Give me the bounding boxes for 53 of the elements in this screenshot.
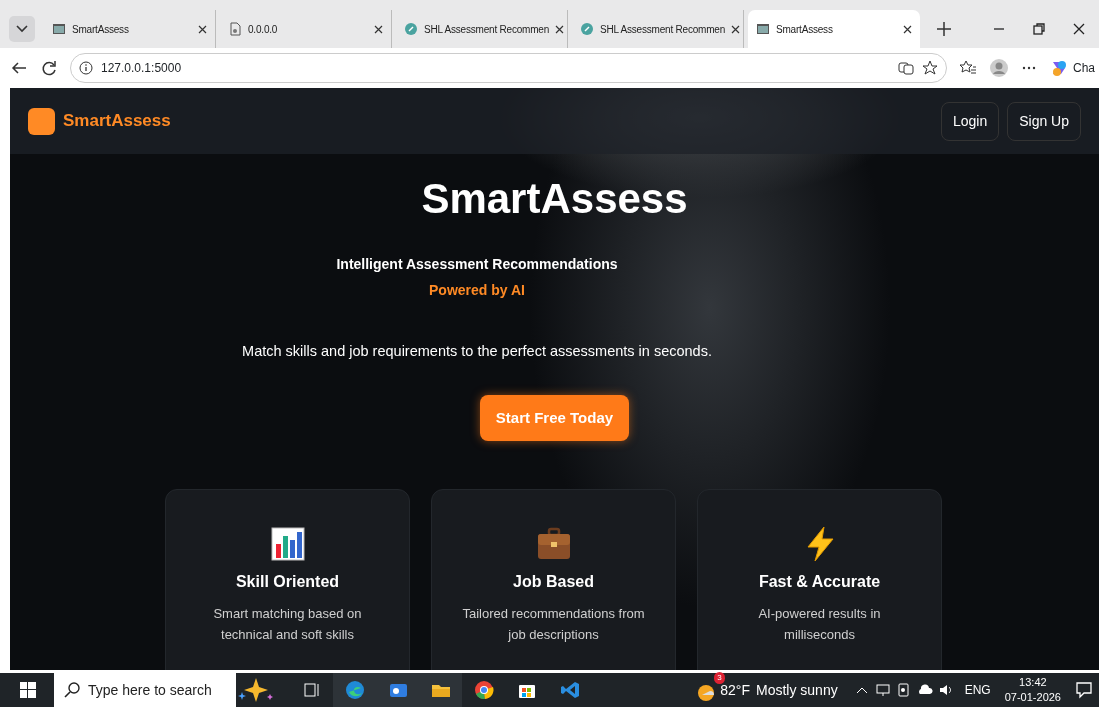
app-icon (580, 22, 594, 36)
close-tab-icon[interactable] (731, 24, 741, 34)
favorites-icon[interactable] (959, 59, 977, 77)
weather-condition: Mostly sunny (756, 680, 838, 700)
star-icon[interactable] (922, 60, 938, 76)
feature-title: Fast & Accurate (758, 573, 881, 591)
search-icon (64, 682, 80, 698)
browser-tab[interactable]: SmartAssess (748, 10, 920, 48)
feature-title: Job Based (513, 573, 594, 591)
task-view-icon[interactable] (301, 680, 322, 700)
feature-description: Tailored recommendations from job descriptions (462, 606, 645, 643)
bar-chart-icon (269, 526, 306, 563)
close-tab-icon[interactable] (903, 24, 912, 34)
hero-subtitle: Intelligent Assessment Recommendations (336, 256, 618, 273)
feature-title: Skill Oriented (235, 573, 340, 591)
network-icon[interactable] (874, 682, 891, 698)
restore-icon[interactable] (1031, 21, 1047, 37)
brand-name[interactable]: SmartAssess (63, 108, 171, 134)
new-tab-icon[interactable] (936, 21, 952, 37)
speaker-icon[interactable] (937, 682, 954, 698)
clock-date[interactable]: 07-01-2026 (1004, 691, 1061, 703)
logo-icon (28, 107, 55, 135)
code-editor-icon[interactable] (559, 680, 580, 700)
hero-highlight: Powered by AI (429, 282, 525, 299)
close-tab-icon[interactable] (374, 24, 383, 34)
profile-icon[interactable] (989, 58, 1009, 78)
file-icon (228, 22, 242, 36)
nav-button[interactable]: Login (940, 101, 1000, 141)
url-text: 127.0.0.1:5000 (101, 60, 182, 77)
notification-badge: 3 (714, 672, 725, 684)
info-icon (79, 61, 93, 75)
nav-button[interactable]: Sign Up (1007, 101, 1081, 141)
close-icon[interactable] (1071, 21, 1087, 37)
page-icon (756, 22, 770, 36)
reload-icon[interactable] (40, 59, 58, 77)
feature-description: Smart matching based on technical and soft skills (213, 606, 362, 643)
app-icon (404, 22, 418, 36)
search-placeholder: Type here to search (88, 680, 212, 700)
close-tab-icon[interactable] (555, 24, 565, 34)
language-indicator[interactable]: ENG (964, 681, 991, 699)
hero-tagline: Match skills and job requirements to the perfect assessments in seconds. (242, 343, 712, 360)
hero-title: SmartAssess (421, 175, 688, 222)
browser-icon[interactable] (344, 680, 365, 700)
page-icon (52, 22, 66, 36)
feature-description: AI-powered results in milliseconds (758, 606, 881, 643)
clock-time[interactable]: 13:42 (1019, 676, 1047, 689)
close-tab-icon[interactable] (198, 24, 207, 34)
tab-list-icon[interactable] (8, 15, 36, 43)
search-field[interactable]: Type here to search (54, 673, 236, 707)
notifications-icon[interactable] (1075, 681, 1093, 699)
start-icon[interactable] (20, 682, 36, 698)
copilot-button[interactable]: Cha (1073, 59, 1095, 77)
translate-icon[interactable] (898, 60, 914, 76)
